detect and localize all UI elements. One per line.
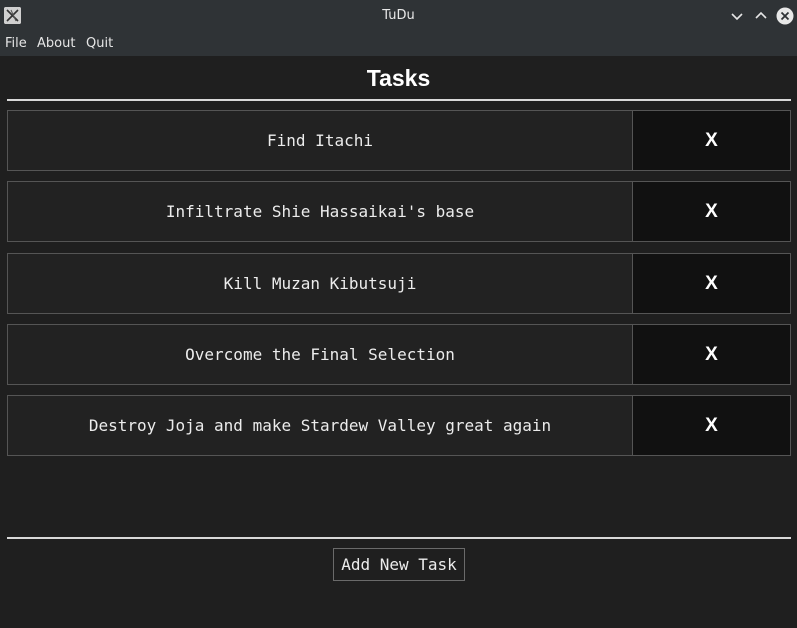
divider-bottom: [7, 537, 791, 539]
delete-task-button[interactable]: X: [632, 253, 791, 314]
task-label: Find Itachi: [7, 110, 633, 171]
delete-task-button[interactable]: X: [632, 395, 791, 456]
task-row: Kill Muzan Kibutsuji X: [7, 253, 791, 314]
chevron-up-icon: [755, 11, 767, 19]
title-bar[interactable]: TuDu: [0, 0, 797, 32]
task-row: Find Itachi X: [7, 110, 791, 171]
window-title: TuDu: [382, 8, 415, 23]
close-button[interactable]: [776, 7, 794, 25]
chevron-down-icon: [731, 13, 743, 21]
task-row: Infiltrate Shie Hassaikai's base X: [7, 181, 791, 242]
task-label: Infiltrate Shie Hassaikai's base: [7, 181, 633, 242]
task-label: Overcome the Final Selection: [7, 324, 633, 385]
minimize-button[interactable]: [728, 7, 746, 25]
menu-quit[interactable]: Quit: [86, 32, 113, 55]
maximize-button[interactable]: [752, 7, 770, 25]
task-label: Destroy Joja and make Stardew Valley gre…: [7, 395, 633, 456]
divider-top: [7, 99, 791, 101]
delete-task-button[interactable]: X: [632, 181, 791, 242]
task-label: Kill Muzan Kibutsuji: [7, 253, 633, 314]
add-new-task-button[interactable]: Add New Task: [333, 548, 465, 581]
task-row: Overcome the Final Selection X: [7, 324, 791, 385]
page-title: Tasks: [366, 65, 431, 91]
close-icon: [776, 7, 794, 25]
menu-file[interactable]: File: [5, 32, 27, 55]
delete-task-button[interactable]: X: [632, 110, 791, 171]
menu-bar: File About Quit: [0, 32, 797, 56]
menu-about[interactable]: About: [37, 32, 75, 55]
task-row: Destroy Joja and make Stardew Valley gre…: [7, 395, 791, 456]
app-window: TuDu File About Quit Tasks Find Itachi X: [0, 0, 797, 628]
delete-task-button[interactable]: X: [632, 324, 791, 385]
